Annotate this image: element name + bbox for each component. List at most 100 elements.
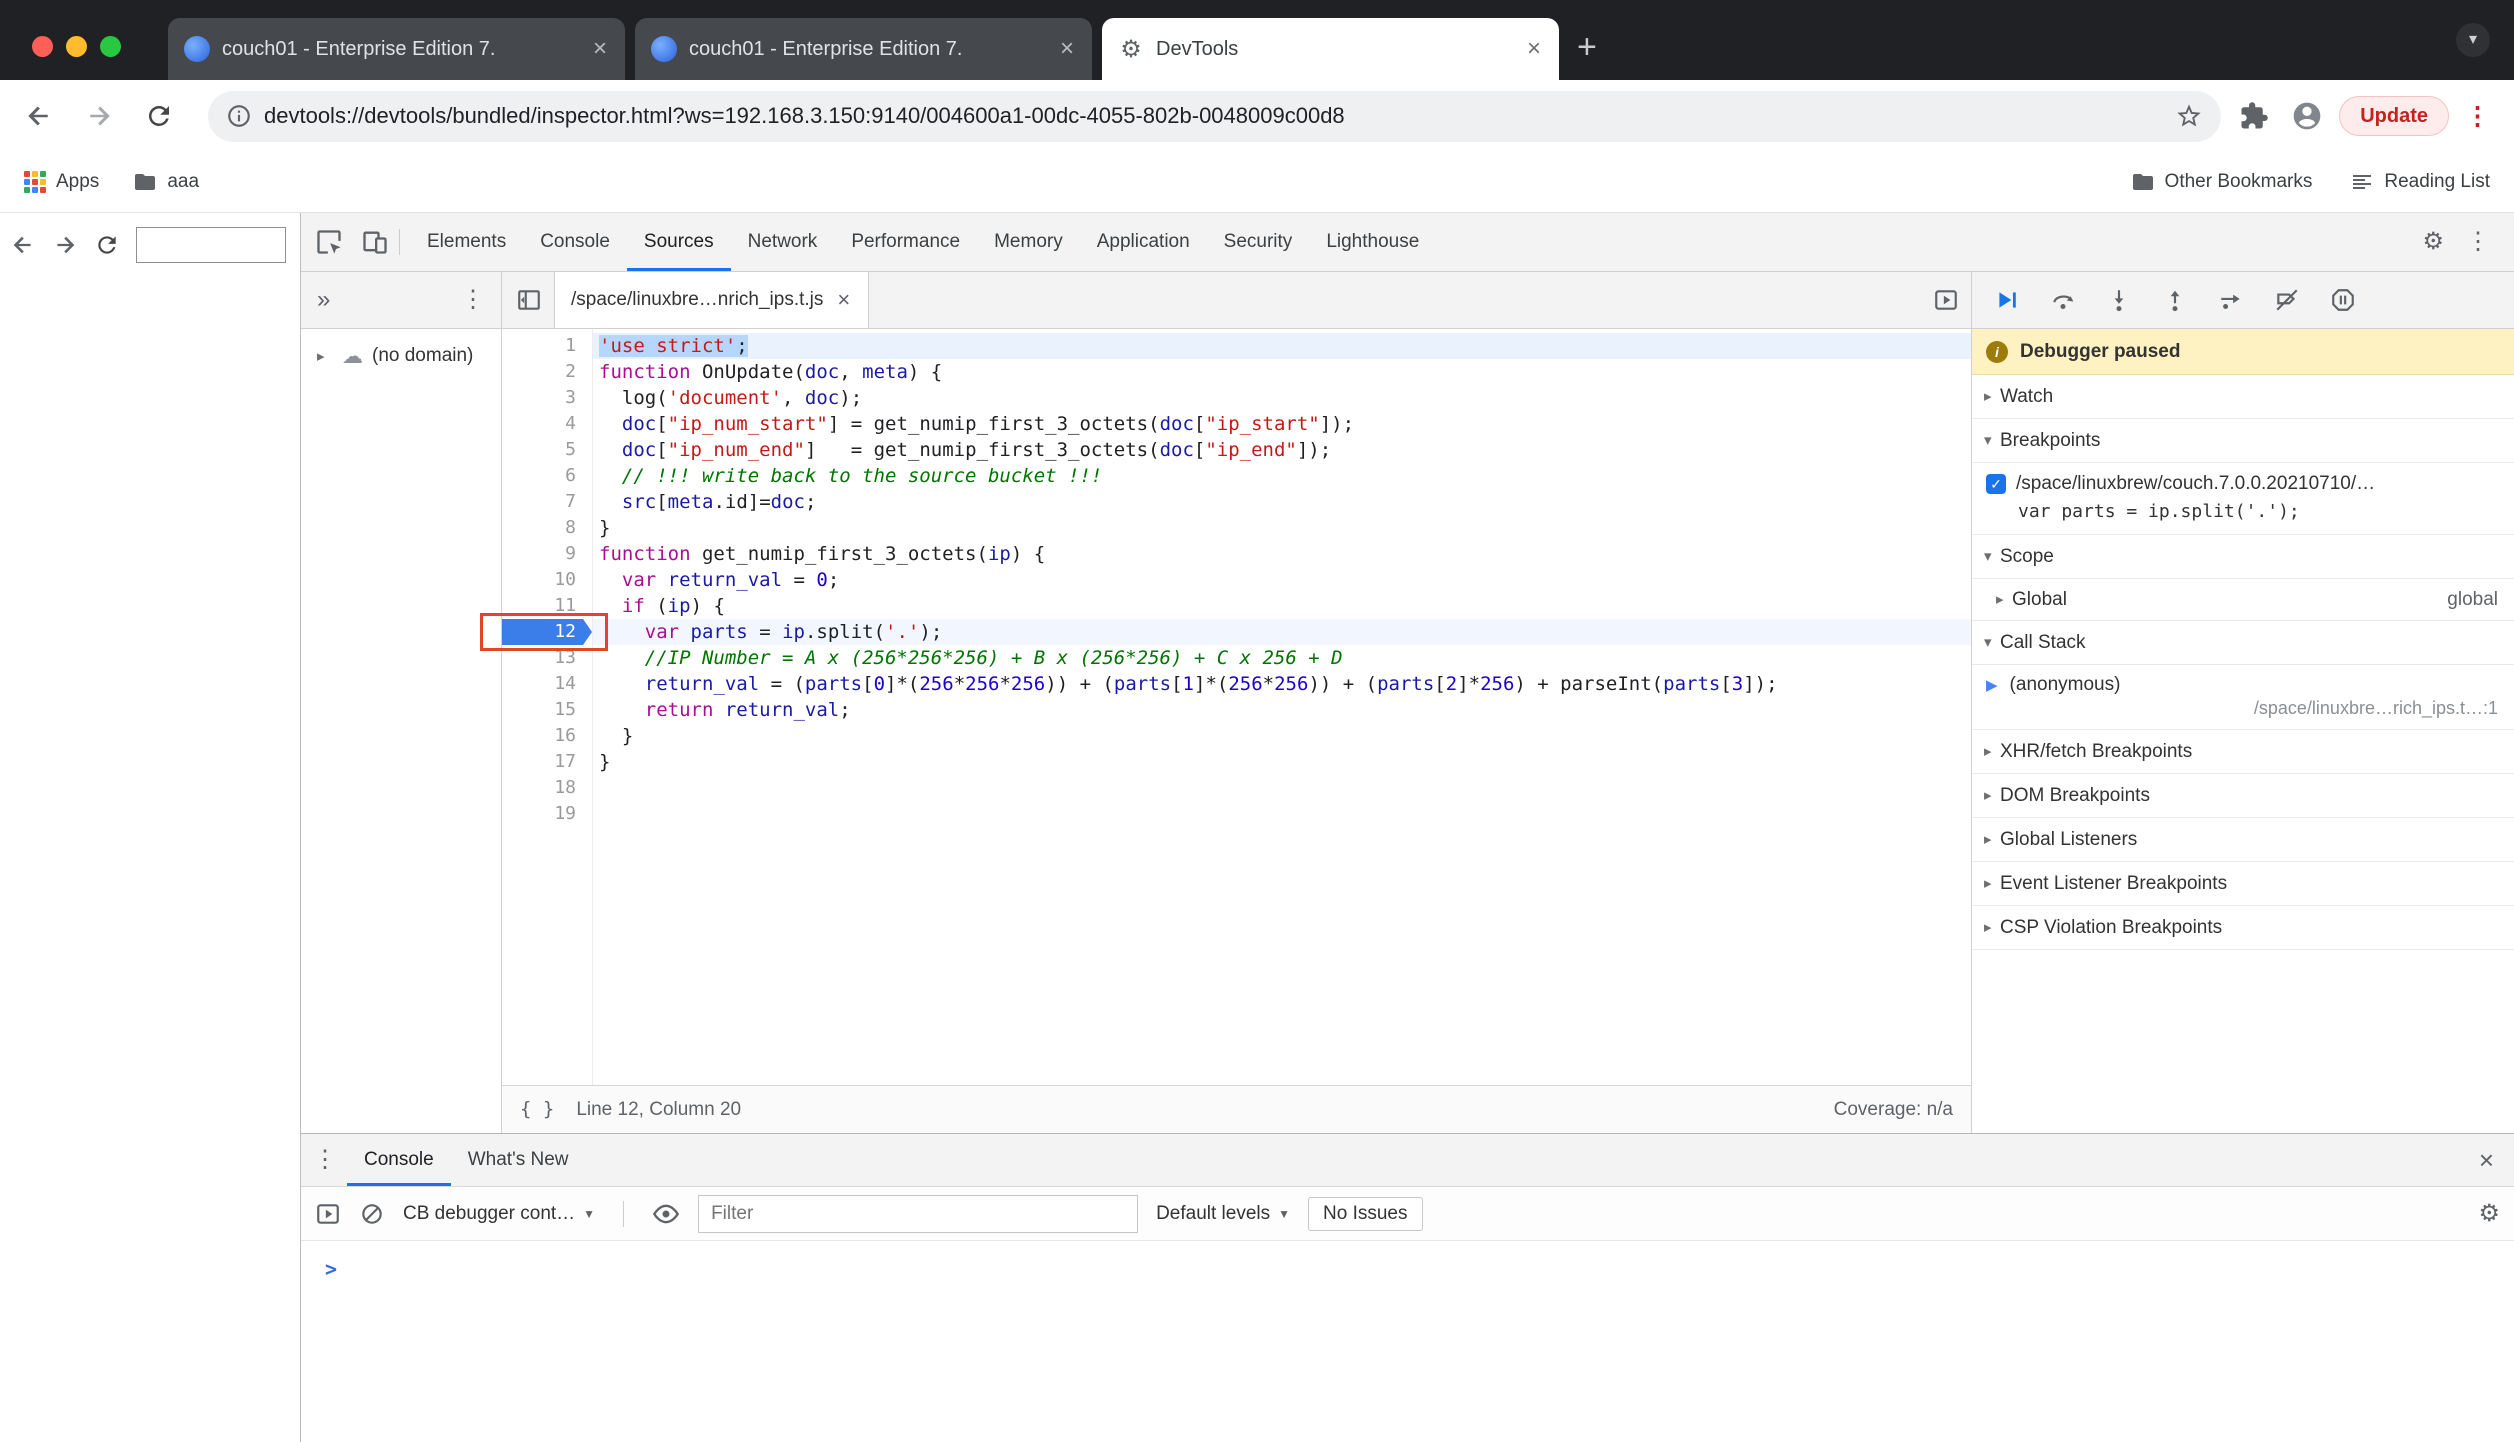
tab-close-icon[interactable]: × bbox=[1525, 37, 1543, 61]
device-toolbar-button[interactable] bbox=[361, 228, 389, 256]
call-stack-frame[interactable]: ▶ (anonymous) bbox=[1972, 665, 2514, 698]
code-line[interactable] bbox=[593, 775, 1971, 801]
devtools-tab-elements[interactable]: Elements bbox=[410, 213, 523, 271]
line-number[interactable]: 5 bbox=[502, 437, 592, 463]
url-text[interactable]: devtools://devtools/bundled/inspector.ht… bbox=[264, 103, 2175, 129]
line-number[interactable]: 7 bbox=[502, 489, 592, 515]
console-sidebar-toggle-button[interactable] bbox=[315, 1201, 341, 1227]
editor-overflow-button[interactable] bbox=[1933, 272, 1959, 328]
more-panels-button[interactable]: » bbox=[317, 288, 330, 312]
section-xhr-fetch-breakpoints[interactable]: ▸ XHR/fetch Breakpoints bbox=[1972, 730, 2514, 774]
deactivate-breakpoints-button[interactable] bbox=[2274, 287, 2300, 313]
navigator-menu-button[interactable]: ⋮ bbox=[461, 288, 485, 312]
extensions-button[interactable] bbox=[2239, 101, 2269, 131]
clear-console-button[interactable] bbox=[359, 1201, 385, 1227]
code-line[interactable]: src[meta.id]=doc; bbox=[593, 489, 1971, 515]
scope-global-row[interactable]: ▸ Global global bbox=[1972, 579, 2514, 621]
toggle-navigator-button[interactable] bbox=[516, 287, 542, 313]
section-breakpoints[interactable]: ▾ Breakpoints bbox=[1972, 419, 2514, 463]
resume-button[interactable] bbox=[1994, 287, 2020, 313]
code-line[interactable]: // !!! write back to the source bucket !… bbox=[593, 463, 1971, 489]
inspect-element-button[interactable] bbox=[315, 228, 343, 256]
close-window-button[interactable] bbox=[32, 36, 53, 57]
line-number[interactable]: 4 bbox=[502, 411, 592, 437]
tab-close-icon[interactable]: × bbox=[591, 37, 609, 61]
devtools-tab-application[interactable]: Application bbox=[1080, 213, 1207, 271]
line-number[interactable]: 8 bbox=[502, 515, 592, 541]
forward-button[interactable] bbox=[84, 101, 114, 131]
issues-counter[interactable]: No Issues bbox=[1308, 1196, 1423, 1231]
line-number-gutter[interactable]: 1 2 3 4 5 6 7 8 9 10 11 12 13 14 15 16 17 18 19 bbox=[502, 329, 593, 1085]
code-line[interactable]: if (ip) { bbox=[593, 593, 1971, 619]
drawer-close-button[interactable]: × bbox=[2479, 1147, 2502, 1173]
line-number[interactable]: 18 bbox=[502, 775, 592, 801]
code-line[interactable]: } bbox=[593, 515, 1971, 541]
code-line[interactable]: return return_val; bbox=[593, 697, 1971, 723]
code-line[interactable]: return_val = (parts[0]*(256*256*256)) + … bbox=[593, 671, 1971, 697]
code-line[interactable]: function get_numip_first_3_octets(ip) { bbox=[593, 541, 1971, 567]
other-bookmarks-button[interactable]: Other Bookmarks bbox=[2131, 170, 2312, 194]
code-line[interactable]: doc["ip_num_start"] = get_numip_first_3_… bbox=[593, 411, 1971, 437]
browser-tab[interactable]: couch01 - Enterprise Edition 7. × bbox=[168, 18, 625, 80]
devtools-tab-performance[interactable]: Performance bbox=[834, 213, 977, 271]
code-line[interactable]: 'use strict'; bbox=[593, 333, 1971, 359]
section-scope[interactable]: ▾ Scope bbox=[1972, 535, 2514, 579]
code-line[interactable]: } bbox=[593, 723, 1971, 749]
section-call-stack[interactable]: ▾ Call Stack bbox=[1972, 621, 2514, 665]
file-tab-close-icon[interactable]: × bbox=[835, 289, 852, 311]
reload-button[interactable] bbox=[144, 101, 174, 131]
code-line[interactable]: } bbox=[593, 749, 1971, 775]
devtools-settings-button[interactable]: ⚙ bbox=[2422, 230, 2444, 254]
devtools-menu-button[interactable]: ⋮ bbox=[2466, 230, 2490, 254]
live-expression-button[interactable] bbox=[652, 1200, 680, 1228]
zoom-window-button[interactable] bbox=[100, 36, 121, 57]
frame-location[interactable]: /space/linuxbre…rich_ips.t…:1 bbox=[1972, 698, 2514, 730]
browser-tab[interactable]: couch01 - Enterprise Edition 7. × bbox=[635, 18, 1092, 80]
code-line[interactable]: //IP Number = A x (256*256*256) + B x (2… bbox=[593, 645, 1971, 671]
section-csp-violation-breakpoints[interactable]: ▸ CSP Violation Breakpoints bbox=[1972, 906, 2514, 950]
back-button[interactable] bbox=[24, 101, 54, 131]
section-dom-breakpoints[interactable]: ▸ DOM Breakpoints bbox=[1972, 774, 2514, 818]
console-output[interactable]: > bbox=[301, 1241, 2514, 1442]
profile-avatar-button[interactable] bbox=[2291, 100, 2323, 132]
step-over-button[interactable] bbox=[2050, 287, 2076, 313]
breakpoint-checkbox[interactable]: ✓ bbox=[1986, 474, 2006, 494]
code-line[interactable]: var return_val = 0; bbox=[593, 567, 1971, 593]
code-editor[interactable]: 1 2 3 4 5 6 7 8 9 10 11 12 13 14 15 16 17 18 19 'use stric… bbox=[480, 329, 1971, 1085]
code-line[interactable]: log('document', doc); bbox=[593, 385, 1971, 411]
tab-close-icon[interactable]: × bbox=[1058, 37, 1076, 61]
line-number[interactable]: 10 bbox=[502, 567, 592, 593]
execution-context-selector[interactable]: CB debugger cont… ▼ bbox=[403, 1203, 595, 1225]
url-bar[interactable]: devtools://devtools/bundled/inspector.ht… bbox=[208, 90, 2222, 142]
step-out-button[interactable] bbox=[2162, 287, 2188, 313]
new-tab-button[interactable]: + bbox=[1577, 30, 1597, 64]
drawer-menu-button[interactable]: ⋮ bbox=[313, 1148, 337, 1172]
background-reload-button[interactable] bbox=[94, 232, 120, 258]
line-number[interactable]: 9 bbox=[502, 541, 592, 567]
line-number[interactable]: 6 bbox=[502, 463, 592, 489]
tab-search-button[interactable]: ▾ bbox=[2456, 23, 2490, 57]
section-event-listener-breakpoints[interactable]: ▸ Event Listener Breakpoints bbox=[1972, 862, 2514, 906]
line-number[interactable]: 15 bbox=[502, 697, 592, 723]
bookmark-folder-aaa[interactable]: aaa bbox=[133, 170, 199, 194]
code-line[interactable]: doc["ip_num_end"] = get_numip_first_3_oc… bbox=[593, 437, 1971, 463]
section-global-listeners[interactable]: ▸ Global Listeners bbox=[1972, 818, 2514, 862]
console-prompt[interactable]: > bbox=[325, 1257, 337, 1281]
navigator-item-no-domain[interactable]: ▸ ☁ (no domain) bbox=[301, 339, 501, 373]
code-pane[interactable]: 'use strict'; function OnUpdate(doc, meta… bbox=[593, 329, 1971, 1085]
devtools-tab-console[interactable]: Console bbox=[523, 213, 627, 271]
line-number[interactable]: 16 bbox=[502, 723, 592, 749]
section-watch[interactable]: ▸ Watch bbox=[1972, 375, 2514, 419]
log-levels-selector[interactable]: Default levels ▼ bbox=[1156, 1203, 1290, 1225]
step-button[interactable] bbox=[2218, 287, 2244, 313]
devtools-tab-network[interactable]: Network bbox=[731, 213, 835, 271]
line-number[interactable]: 2 bbox=[502, 359, 592, 385]
minimize-window-button[interactable] bbox=[66, 36, 87, 57]
devtools-tab-memory[interactable]: Memory bbox=[977, 213, 1080, 271]
step-into-button[interactable] bbox=[2106, 287, 2132, 313]
browser-tab[interactable]: ⚙ DevTools × bbox=[1102, 18, 1559, 80]
pretty-print-button[interactable]: { } bbox=[520, 1100, 554, 1119]
reading-list-button[interactable]: Reading List bbox=[2350, 170, 2490, 194]
code-line[interactable]: function OnUpdate(doc, meta) { bbox=[593, 359, 1971, 385]
devtools-tab-security[interactable]: Security bbox=[1207, 213, 1310, 271]
